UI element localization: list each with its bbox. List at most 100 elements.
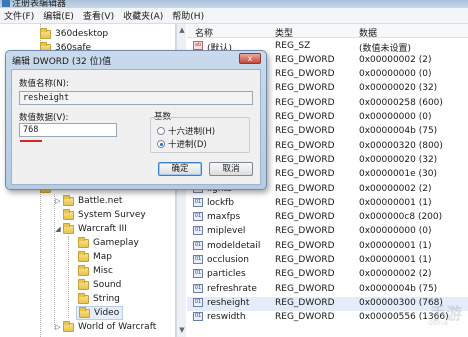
value-data: 0x00000320 (800) [359, 140, 443, 151]
value-type: REG_DWORD [275, 212, 335, 223]
value-type: REG_DWORD [275, 240, 335, 251]
value-type: REG_DWORD [275, 297, 335, 308]
value-type: REG_DWORD [275, 54, 335, 65]
value-name-field[interactable]: resheight [19, 91, 253, 105]
expand-arrow-icon[interactable]: ▷ [54, 323, 62, 331]
list-row[interactable]: 01 occlusion REG_DWORD 0x00000001 (1) [187, 254, 468, 268]
value-data: 0x0000004b (75) [359, 126, 438, 137]
list-header: 名称 类型 数据 [187, 24, 468, 39]
tree-item-label: String [93, 294, 120, 304]
value-type: REG_DWORD [275, 255, 335, 265]
value-data: 0x0000001e (30) [359, 169, 438, 180]
tree-item-wow[interactable]: ▷ World of Warcraft [54, 320, 156, 334]
list-row[interactable]: 01 modeldetail REG_DWORD 0x00000001 (1) [187, 240, 468, 254]
folder-icon [63, 222, 74, 234]
radio-hex[interactable]: 十六进制(H) [157, 125, 215, 137]
value-name: lockfb [207, 197, 235, 208]
radio-decimal-label: 十进制(D) [168, 140, 207, 150]
expand-arrow-icon[interactable]: ▷ [54, 197, 62, 205]
value-type: REG_DWORD [275, 312, 335, 323]
radio-decimal[interactable]: 十进制(D) [157, 138, 207, 150]
menu-favorites[interactable]: 收藏夹(A) [123, 9, 163, 22]
menu-bar: 文件(F) 编辑(E) 查看(V) 收藏夹(A) 帮助(H) [0, 8, 468, 24]
reg-binary-icon: 01 [193, 269, 203, 279]
value-data: 0x00000020 (32) [359, 83, 438, 94]
value-data: 0x00000002 (2) [359, 269, 432, 280]
dialog-close-button[interactable]: x [239, 53, 261, 64]
menu-help[interactable]: 帮助(H) [172, 9, 204, 22]
regedit-app-icon [2, 0, 10, 7]
value-data: 0x0000004b (75) [359, 283, 438, 294]
value-data-field[interactable]: 768 [19, 123, 117, 137]
value-type: REG_DWORD [275, 140, 335, 151]
dialog-title: 编辑 DWORD (32 位)值 [12, 57, 112, 67]
column-type-header[interactable]: 类型 [275, 26, 293, 39]
tree-item-360desktop[interactable]: 360desktop [40, 27, 108, 41]
list-row[interactable]: 01 particles REG_DWORD 0x00000002 (2) [187, 268, 468, 282]
tree-item-gameplay[interactable]: Gameplay [78, 236, 139, 250]
reg-binary-icon: 01 [193, 297, 203, 307]
value-name: occlusion [207, 255, 250, 265]
reg-binary-icon: 01 [193, 283, 203, 293]
annotation-underline [20, 140, 42, 142]
tree-item-misc[interactable]: Misc [78, 264, 113, 278]
value-data: 0x00000002 (2) [359, 54, 432, 65]
edit-dword-dialog: 编辑 DWORD (32 位)值 x 数值名称(N): resheight 数值… [5, 50, 267, 190]
tree-item-battlenet[interactable]: ▷ Battle.net [54, 194, 122, 208]
value-type: REG_DWORD [275, 83, 335, 94]
value-name: particles [207, 269, 246, 280]
folder-icon [63, 194, 74, 206]
collapse-arrow-icon[interactable]: ◢ [54, 225, 62, 233]
value-type: REG_DWORD [275, 283, 335, 294]
tree-item-warcraft3[interactable]: ◢ Warcraft III [54, 222, 127, 236]
value-type: REG_DWORD [275, 126, 335, 137]
value-type: REG_SZ [275, 40, 311, 51]
dialog-body: 数值名称(N): resheight 数值数据(V): 768 基数 十六进制(… [11, 69, 261, 185]
value-data: 0x00000002 (2) [359, 183, 432, 194]
column-data-header[interactable]: 数据 [359, 26, 377, 39]
value-type: REG_DWORD [275, 226, 335, 237]
menu-file[interactable]: 文件(F) [4, 9, 34, 22]
tree-item-video[interactable]: Video [76, 306, 124, 320]
value-type: REG_DWORD [275, 112, 335, 122]
value-name: reswidth [207, 312, 246, 323]
value-data-label: 数值数据(V): [19, 113, 69, 123]
value-name: resheight [207, 297, 250, 308]
tree-item-label: Video [94, 308, 120, 318]
folder-icon [78, 278, 89, 290]
menu-edit[interactable]: 编辑(E) [43, 9, 74, 22]
tree-item-map[interactable]: Map [78, 250, 112, 264]
tree-item-system-survey[interactable]: System Survey [54, 208, 146, 222]
reg-binary-icon: 01 [193, 226, 203, 236]
value-name: miplevel [207, 226, 246, 237]
list-row[interactable]: 01 lockfb REG_DWORD 0x00000001 (1) [187, 197, 468, 211]
list-row[interactable]: 01 refreshrate REG_DWORD 0x0000004b (75) [187, 283, 468, 297]
radio-hex-label: 十六进制(H) [168, 127, 216, 137]
menu-view[interactable]: 查看(V) [83, 9, 114, 22]
value-name: refreshrate [207, 283, 257, 294]
value-data: 0x00000020 (32) [359, 154, 438, 165]
reg-binary-icon: 01 [193, 255, 203, 264]
value-data: 0x00000000 (0) [359, 112, 432, 122]
cancel-button[interactable]: 取消 [209, 162, 253, 176]
tree-item-label: Misc [93, 266, 113, 276]
tree-item-label: System Survey [78, 210, 146, 220]
tree-item-string[interactable]: String [78, 292, 120, 306]
column-name-header[interactable]: 名称 [195, 26, 213, 39]
radio-hex-circle[interactable] [157, 127, 165, 135]
tree-item-sound[interactable]: Sound [78, 278, 121, 292]
tree-item-label: Battle.net [78, 196, 123, 206]
value-data: (数值未设置) [359, 43, 412, 54]
ok-button[interactable]: 确定 [158, 162, 202, 176]
value-type: REG_DWORD [275, 69, 335, 80]
folder-icon [40, 27, 51, 39]
list-row[interactable]: 01 reswidth REG_DWORD 0x00000556 (1366) [187, 311, 468, 325]
tree-item-label: Sound [93, 280, 122, 290]
scroll-up-icon[interactable]: ▲ [178, 26, 186, 34]
list-row[interactable]: 01 maxfps REG_DWORD 0x000000c8 (200) [187, 211, 468, 225]
scroll-down-icon[interactable]: ▼ [178, 326, 186, 334]
list-row[interactable]: 01 resheight REG_DWORD 0x00000300 (768) [187, 296, 468, 311]
radio-decimal-circle[interactable] [157, 140, 165, 148]
reg-binary-icon: 01 [193, 240, 203, 250]
list-row[interactable]: 01 miplevel REG_DWORD 0x00000000 (0) [187, 225, 468, 239]
